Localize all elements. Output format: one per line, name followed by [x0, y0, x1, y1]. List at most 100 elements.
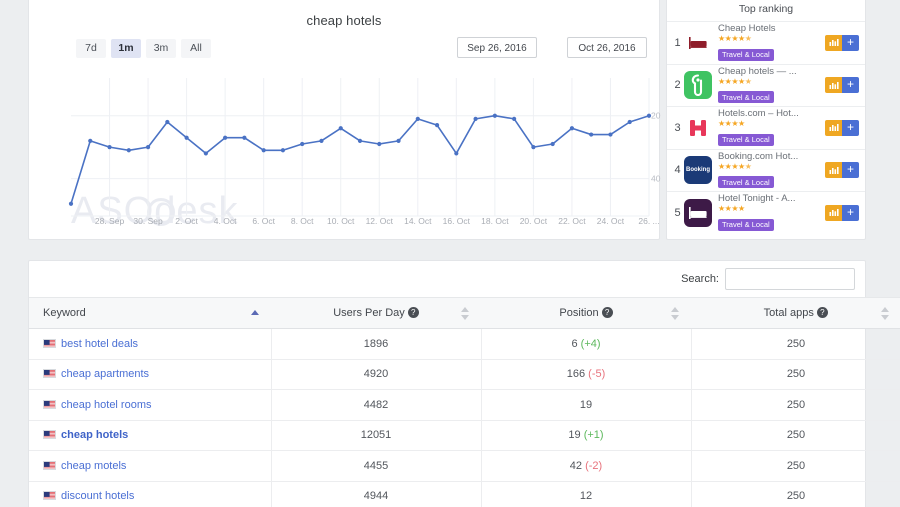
data-point[interactable] [146, 145, 150, 149]
sort-toggle-icon-users[interactable] [461, 307, 469, 320]
data-point[interactable] [88, 139, 92, 143]
app-add-button[interactable]: + [842, 77, 859, 93]
keyword-link[interactable]: cheap motels [61, 460, 126, 472]
data-point[interactable] [396, 139, 400, 143]
data-point[interactable] [551, 142, 555, 146]
data-point[interactable] [435, 123, 439, 127]
sort-toggle-icon-total[interactable] [881, 307, 889, 320]
keyword-link[interactable]: cheap hotel rooms [61, 399, 152, 411]
keyword-link[interactable]: best hotel deals [61, 338, 138, 350]
data-point[interactable] [493, 114, 497, 118]
position-delta: (-5) [588, 368, 605, 380]
app-chart-button[interactable] [825, 77, 842, 93]
app-chart-button[interactable] [825, 35, 842, 51]
data-point[interactable] [589, 132, 593, 136]
x-axis-tick-labels: 28. Sep30. Sep2. Oct4. Oct6. Oct8. Oct10… [29, 216, 661, 232]
app-add-button[interactable]: + [842, 162, 859, 178]
sort-toggle-icon-position[interactable] [671, 307, 679, 320]
help-icon-position[interactable]: ? [602, 307, 613, 318]
search-input[interactable] [725, 268, 855, 290]
keyword-link[interactable]: cheap hotels [61, 429, 128, 441]
data-point[interactable] [242, 136, 246, 140]
category-badge: Travel & Local [718, 91, 774, 103]
x-tick-label: 14. Oct [404, 216, 431, 226]
top-ranking-item[interactable]: 1Cheap Hotels★★★★★Travel & Local+ [667, 21, 865, 64]
data-point[interactable] [165, 120, 169, 124]
star-icon: ★ [718, 34, 725, 43]
date-to-input[interactable]: Oct 26, 2016 [567, 37, 647, 58]
app-chart-button[interactable] [825, 205, 842, 221]
position-delta: (+4) [581, 338, 601, 350]
x-tick-label: 16. Oct [443, 216, 470, 226]
data-point[interactable] [531, 145, 535, 149]
app-add-button[interactable]: + [842, 120, 859, 136]
top-ranking-item[interactable]: 3Hotels.com – Hot...★★★★Travel & Local+ [667, 106, 865, 149]
star-icon: ★ [718, 119, 725, 128]
data-point[interactable] [223, 136, 227, 140]
data-point[interactable] [454, 151, 458, 155]
data-point[interactable] [69, 202, 73, 206]
data-point[interactable] [647, 114, 651, 118]
data-point[interactable] [262, 148, 266, 152]
position-value: 166 [567, 368, 585, 380]
data-point[interactable] [204, 151, 208, 155]
top-ranking-item[interactable]: 2Cheap hotels — ...★★★★★Travel & Local+ [667, 64, 865, 107]
star-icon: ★ [718, 162, 725, 171]
date-from-input[interactable]: Sep 26, 2016 [457, 37, 537, 58]
range-button-3m[interactable]: 3m [146, 39, 176, 58]
position-value: 42 [570, 460, 582, 472]
range-button-7d[interactable]: 7d [76, 39, 106, 58]
data-point[interactable] [570, 126, 574, 130]
top-ranking-item[interactable]: 5Hotel Tonight - A...★★★★Travel & Local+ [667, 191, 865, 234]
chart-controls: 7d 1m 3m All Sep 26, 2016 Oct 26, 2016 [29, 36, 659, 70]
cell-users-per-day: 12051 [271, 420, 481, 451]
data-point[interactable] [628, 120, 632, 124]
column-header-total-apps[interactable]: Total apps? [691, 298, 900, 329]
y-axis-tick-40: 40 [651, 174, 661, 184]
star-icon: ★ [731, 119, 738, 128]
data-point[interactable] [319, 139, 323, 143]
help-icon-users-per-day[interactable]: ? [408, 307, 419, 318]
data-point[interactable] [358, 139, 362, 143]
star-half-icon: ★ [745, 162, 752, 171]
data-point[interactable] [185, 136, 189, 140]
table-toolbar: Search: [29, 261, 865, 297]
cell-position: 19 (+1) [481, 420, 691, 451]
data-point[interactable] [512, 117, 516, 121]
data-point[interactable] [281, 148, 285, 152]
sort-ascending-icon[interactable] [251, 310, 259, 315]
rank-position-number: 1 [671, 37, 684, 49]
chart-plot-area[interactable]: ASOdesk 2040 28. Sep30. Sep2. Oct4. Oct6… [29, 70, 661, 242]
column-header-position[interactable]: Position? [481, 298, 691, 329]
keyword-link[interactable]: cheap apartments [61, 368, 149, 380]
app-action-buttons: + [825, 205, 859, 221]
top-ranking-item[interactable]: 4BookingBooking.com Hot...★★★★★Travel & … [667, 149, 865, 192]
data-point[interactable] [608, 132, 612, 136]
data-point[interactable] [127, 148, 131, 152]
data-point[interactable] [107, 145, 111, 149]
category-badge: Travel & Local [718, 49, 774, 61]
app-chart-button[interactable] [825, 162, 842, 178]
cell-keyword: cheap hotel rooms [29, 390, 271, 421]
data-point[interactable] [377, 142, 381, 146]
data-point[interactable] [339, 126, 343, 130]
star-icon: ★ [731, 77, 738, 86]
app-add-button[interactable]: + [842, 35, 859, 51]
keyword-link[interactable]: discount hotels [61, 490, 134, 502]
column-header-keyword[interactable]: Keyword [29, 298, 271, 329]
cell-position: 42 (-2) [481, 451, 691, 482]
star-icon: ★ [738, 162, 745, 171]
star-half-icon: ★ [745, 77, 752, 86]
data-point[interactable] [416, 117, 420, 121]
star-icon: ★ [731, 34, 738, 43]
column-header-users-per-day[interactable]: Users Per Day? [271, 298, 481, 329]
range-button-all[interactable]: All [181, 39, 211, 58]
cell-position: 6 (+4) [481, 329, 691, 360]
range-button-1m[interactable]: 1m [111, 39, 141, 58]
app-add-button[interactable]: + [842, 205, 859, 221]
cell-position: 166 (-5) [481, 359, 691, 390]
app-chart-button[interactable] [825, 120, 842, 136]
help-icon-total-apps[interactable]: ? [817, 307, 828, 318]
data-point[interactable] [300, 142, 304, 146]
data-point[interactable] [474, 117, 478, 121]
